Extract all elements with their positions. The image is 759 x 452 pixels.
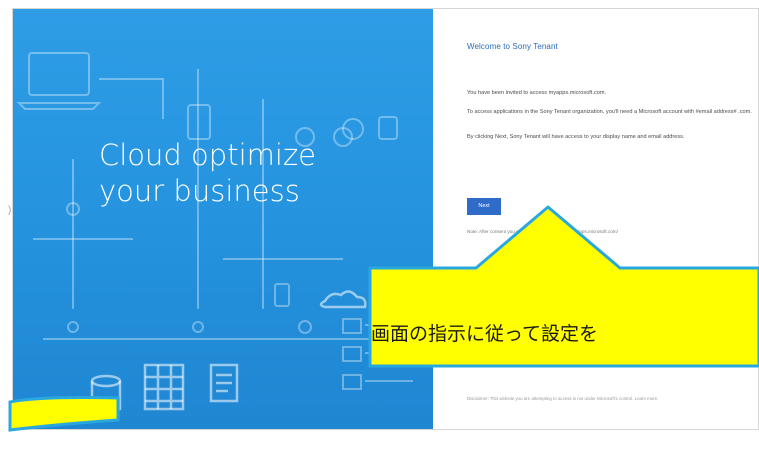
callout-bubble	[8, 205, 759, 432]
secondary-callout-edge	[8, 396, 120, 432]
callout-text: 画面の指示に従って設定を	[371, 323, 599, 345]
